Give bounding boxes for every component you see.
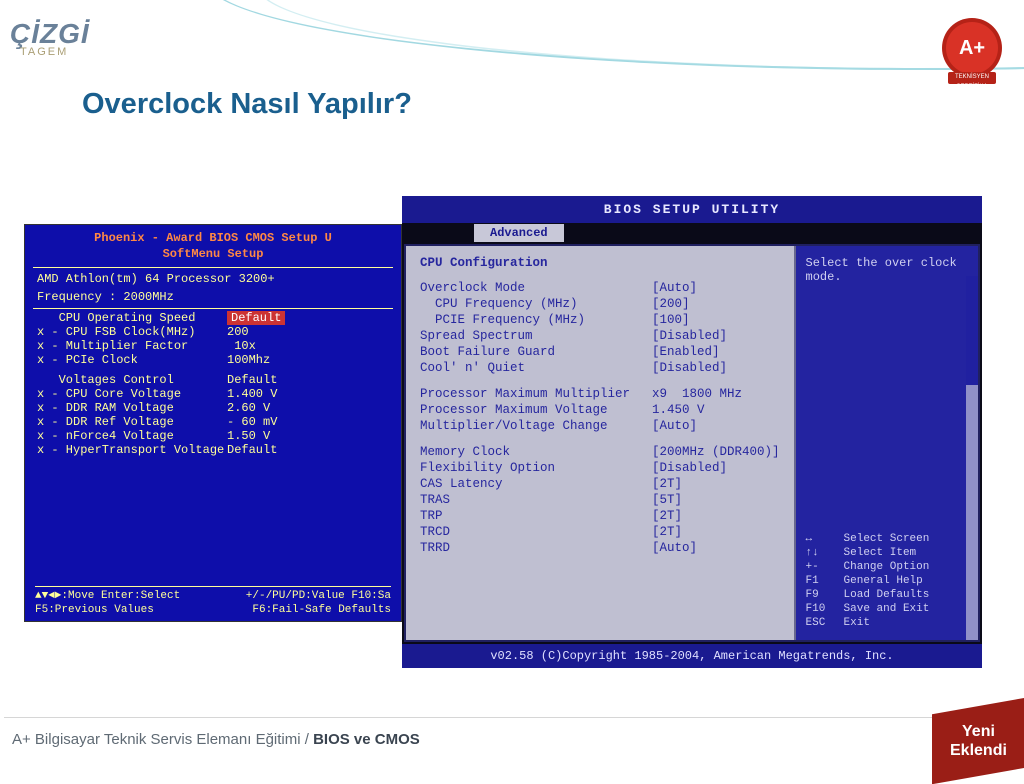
bios-setting-row: x - CPU FSB Clock(MHz)200 [25, 325, 401, 339]
ami-tab-advanced: Advanced [474, 224, 564, 242]
ami-setting-row: PCIE Frequency (MHz)[100] [420, 312, 780, 328]
ami-setting-row: Spread Spectrum[Disabled] [420, 328, 780, 344]
bios-setting-row: x - PCIe Clock100Mhz [25, 353, 401, 367]
ami-setting-row: Memory Clock[200MHz (DDR400)] [420, 444, 780, 460]
phoenix-subheader: SoftMenu Setup [25, 247, 401, 265]
ami-setting-row: Cool' n' Quiet[Disabled] [420, 360, 780, 376]
ami-setting-row: Boot Failure Guard[Enabled] [420, 344, 780, 360]
ami-setting-row: CAS Latency[2T] [420, 476, 780, 492]
ami-setting-row: TRRD[Auto] [420, 540, 780, 556]
ami-bios-screenshot: BIOS SETUP UTILITY Advanced CPU Configur… [402, 196, 982, 666]
footer-divider [4, 717, 1020, 718]
ami-key-hint: F1General Help [806, 574, 968, 588]
ami-setting-row: TRAS[5T] [420, 492, 780, 508]
ami-setting-row: Processor Maximum Multiplierx9 1800 MHz [420, 386, 780, 402]
bios-setting-row: x - DDR Ref Voltage- 60 mV [25, 415, 401, 429]
ami-key-hint: F10Save and Exit [806, 602, 968, 616]
footer-text: A+ Bilgisayar Teknik Servis Elemanı Eğit… [12, 731, 420, 748]
ami-help-panel: Select the over clock mode. ↔Select Scre… [796, 246, 978, 640]
slide-title: Overclock Nasıl Yapılır? [82, 88, 412, 121]
new-added-badge: YeniEklendi [932, 698, 1024, 784]
bios-setting-row: x - CPU Core Voltage1.400 V [25, 387, 401, 401]
bios-setting-row: x - nForce4 Voltage1.50 V [25, 429, 401, 443]
phoenix-header: Phoenix - Award BIOS CMOS Setup U [25, 225, 401, 247]
ami-key-hint: +-Change Option [806, 560, 968, 574]
phoenix-bios-screenshot: Phoenix - Award BIOS CMOS Setup U SoftMe… [24, 224, 402, 622]
ami-setting-row: Multiplier/Voltage Change[Auto] [420, 418, 780, 434]
freq-info-line: Frequency : 2000MHz [25, 288, 401, 306]
ami-setting-row: Processor Maximum Voltage1.450 V [420, 402, 780, 418]
bios-setting-row: Voltages ControlDefault [25, 373, 401, 387]
phoenix-nav-help: ▲▼◄►:Move Enter:Select+/-/PU/PD:Value F1… [25, 582, 401, 619]
bios-setting-row: CPU Operating SpeedDefault [25, 311, 401, 325]
ami-key-hint: ↑↓Select Item [806, 546, 968, 560]
bios-setting-row: x - DDR RAM Voltage2.60 V [25, 401, 401, 415]
ami-setting-row: CPU Frequency (MHz)[200] [420, 296, 780, 312]
ami-setting-row: Overclock Mode[Auto] [420, 280, 780, 296]
ami-title: BIOS SETUP UTILITY [402, 196, 982, 223]
ami-footer: v02.58 (C)Copyright 1985-2004, American … [402, 644, 982, 668]
scrollbar-icon [966, 276, 978, 640]
ami-setting-row: Flexibility Option[Disabled] [420, 460, 780, 476]
ami-key-hint: ↔Select Screen [806, 532, 968, 546]
ami-key-hint: F9Load Defaults [806, 588, 968, 602]
ami-setting-row: TRP[2T] [420, 508, 780, 524]
cpu-info-line: AMD Athlon(tm) 64 Processor 3200+ [25, 270, 401, 288]
ami-key-hint: ESCExit [806, 616, 968, 630]
ami-section-heading: CPU Configuration [420, 256, 780, 270]
brand-sub: TAGEM [20, 46, 68, 58]
bios-setting-row: x - HyperTransport VoltageDefault [25, 443, 401, 457]
ami-setting-row: TRCD[2T] [420, 524, 780, 540]
aplus-badge: A+ TEKNİSYEN SERTİFİKA [942, 18, 1002, 78]
bios-setting-row: x - Multiplier Factor 10x [25, 339, 401, 353]
